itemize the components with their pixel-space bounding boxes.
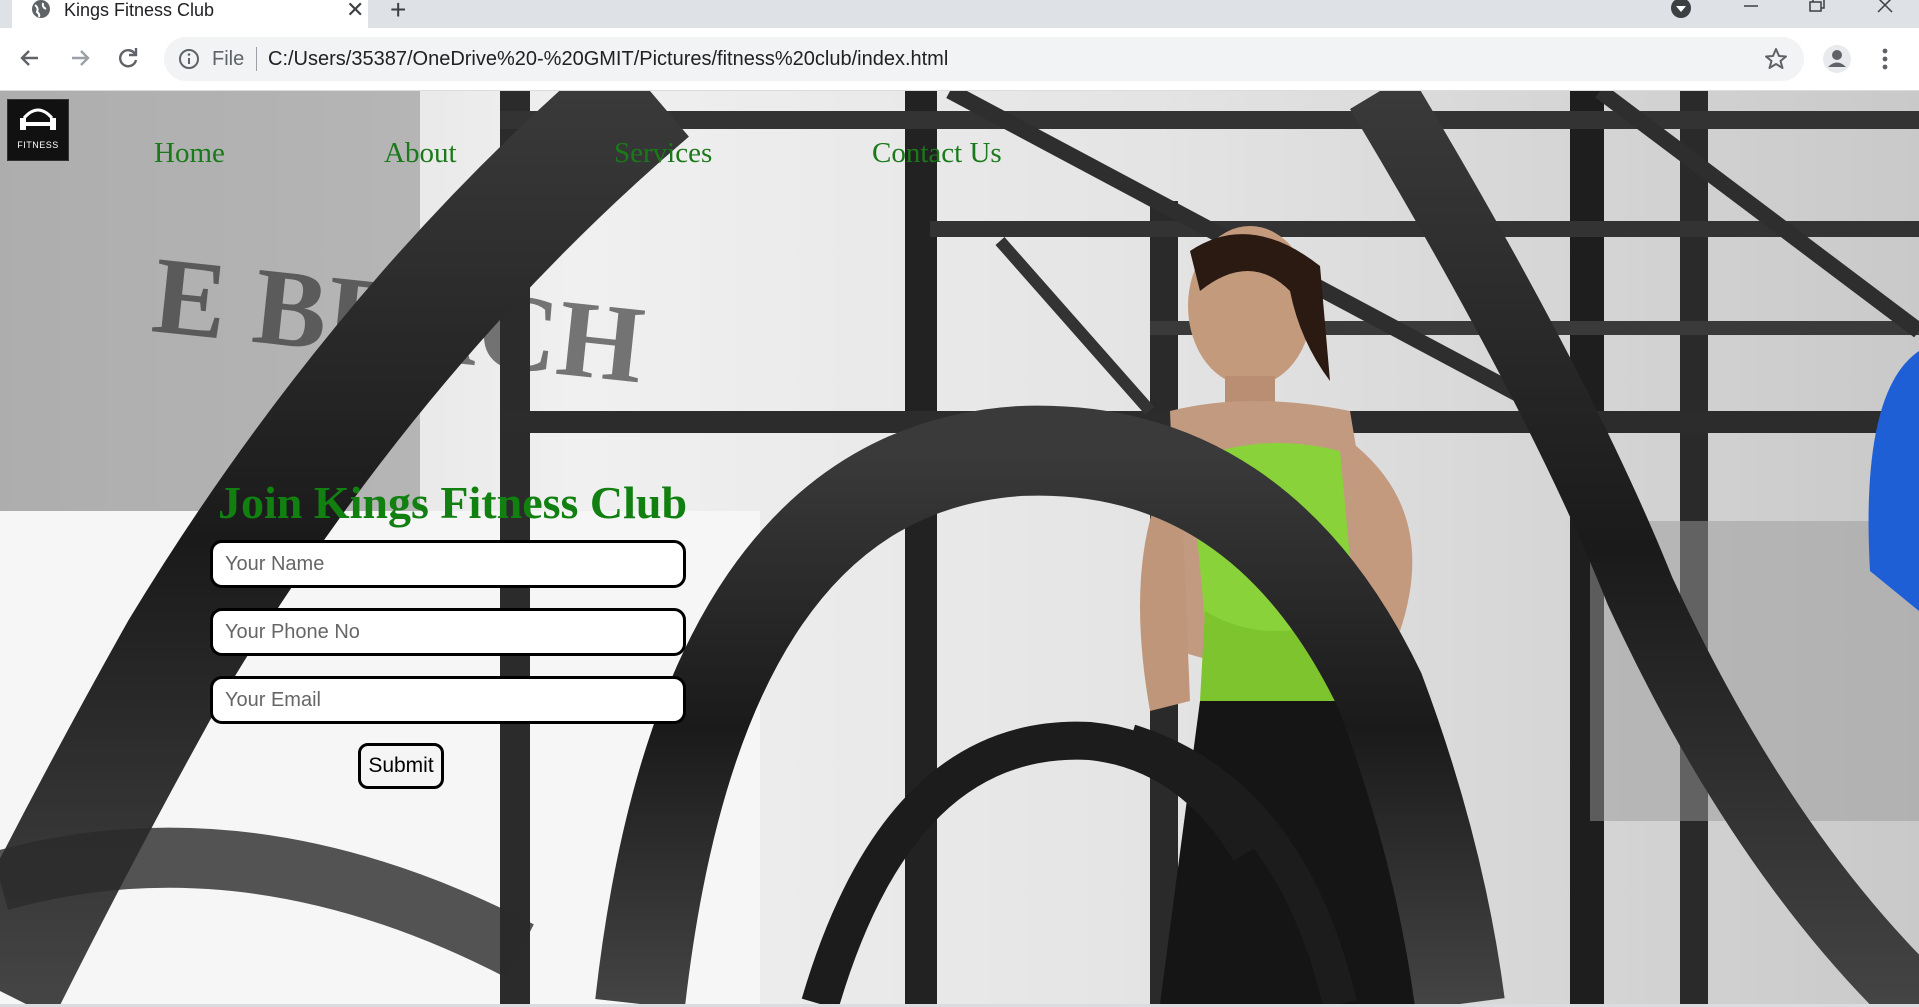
address-bar[interactable]: File C:/Users/35387/OneDrive%20-%20GMIT/…	[164, 37, 1804, 81]
url-text[interactable]: C:/Users/35387/OneDrive%20-%20GMIT/Pictu…	[268, 48, 948, 70]
nav-link-services[interactable]: Services	[614, 137, 712, 169]
browser-toolbar: File C:/Users/35387/OneDrive%20-%20GMIT/…	[0, 28, 1919, 91]
nav-link-contact[interactable]: Contact Us	[872, 137, 1002, 169]
submit-button[interactable]: Submit	[358, 743, 444, 789]
reload-icon[interactable]	[112, 42, 144, 74]
new-tab-icon[interactable]: +	[390, 0, 406, 24]
email-input[interactable]	[210, 676, 686, 724]
dumbbell-icon	[20, 108, 56, 130]
address-separator	[256, 47, 257, 71]
restore-icon[interactable]	[1806, 0, 1828, 22]
account-icon[interactable]	[1822, 44, 1852, 74]
forward-arrow-icon[interactable]	[64, 42, 96, 74]
close-window-icon[interactable]	[1874, 0, 1896, 22]
back-arrow-icon[interactable]	[14, 42, 46, 74]
phone-input[interactable]	[210, 608, 686, 656]
info-icon[interactable]	[178, 48, 200, 70]
scheme-label: File	[212, 48, 245, 70]
bookmark-star-icon[interactable]	[1764, 47, 1788, 71]
logo-text: FITNESS	[17, 140, 59, 150]
page-viewport: E BEACH FITNESS Home About Services Cont…	[0, 91, 1919, 1004]
browser-tab-strip: Kings Fitness Club ✕ +	[0, 0, 1919, 28]
name-input[interactable]	[210, 540, 686, 588]
globe-icon	[32, 0, 50, 18]
join-form-title: Join Kings Fitness Club	[218, 477, 688, 528]
nav-link-about[interactable]: About	[384, 137, 457, 169]
tab-title: Kings Fitness Club	[64, 0, 215, 20]
fitness-logo[interactable]: FITNESS	[7, 99, 69, 161]
browser-tab[interactable]: Kings Fitness Club ✕	[12, 0, 368, 28]
kebab-menu-icon[interactable]	[1878, 44, 1892, 74]
minimize-icon[interactable]	[1740, 0, 1762, 22]
nav-link-home[interactable]: Home	[154, 137, 225, 169]
close-tab-icon[interactable]: ✕	[346, 0, 364, 21]
tab-search-icon[interactable]	[1670, 0, 1692, 22]
